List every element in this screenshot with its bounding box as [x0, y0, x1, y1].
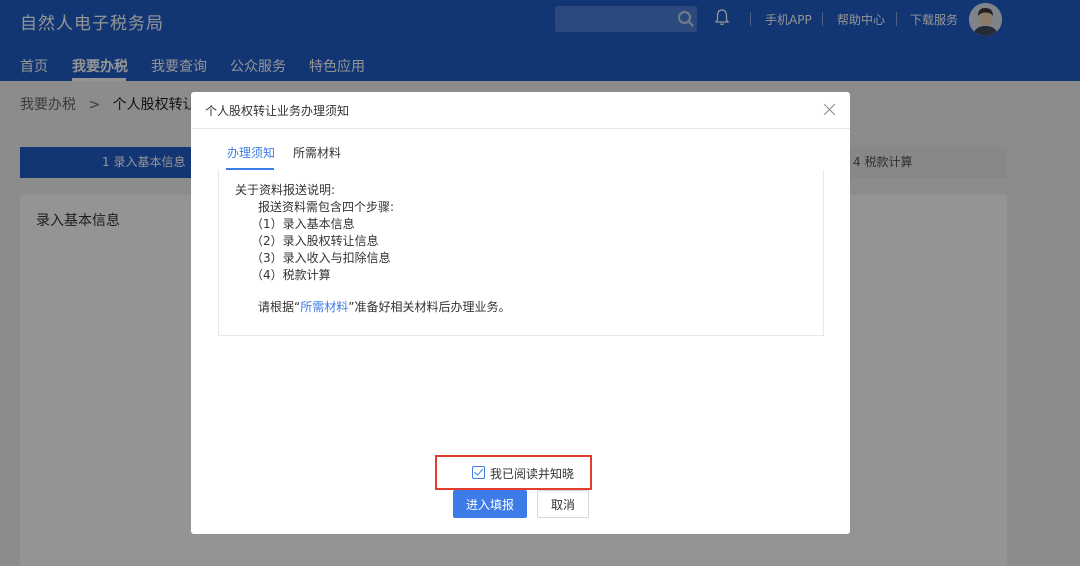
note-suffix: ”准备好相关材料后办理业务。 — [348, 300, 511, 314]
notice-modal: 个人股权转让业务办理须知 办理须知 所需材料 关于资料报送说明: 报送资料需包含… — [191, 92, 850, 534]
content-heading: 关于资料报送说明: — [235, 183, 336, 197]
cancel-button[interactable]: 取消 — [537, 490, 589, 518]
content-step: （2）录入股权转让信息 — [251, 234, 379, 248]
content-intro: 报送资料需包含四个步骤: — [258, 200, 395, 214]
enter-filing-button[interactable]: 进入填报 — [453, 490, 527, 518]
read-confirm-checkbox[interactable] — [472, 466, 485, 479]
notice-content: 关于资料报送说明: 报送资料需包含四个步骤: （1）录入基本信息 （2）录入股权… — [218, 170, 824, 336]
note-prefix: 请根据“ — [258, 300, 301, 314]
modal-header: 个人股权转让业务办理须知 — [191, 92, 850, 129]
content-step: （3）录入收入与扣除信息 — [251, 251, 391, 265]
content-note: 请根据“所需材料”准备好相关材料后办理业务。 — [258, 298, 510, 315]
content-step: （1）录入基本信息 — [251, 217, 355, 231]
close-icon[interactable] — [823, 103, 836, 116]
confirm-read-area: 我已阅读并知晓 — [435, 455, 592, 490]
read-confirm-label[interactable]: 我已阅读并知晓 — [490, 465, 574, 482]
tab-materials[interactable]: 所需材料 — [293, 144, 341, 161]
tab-notice[interactable]: 办理须知 — [227, 144, 275, 161]
modal-title: 个人股权转让业务办理须知 — [205, 104, 350, 118]
materials-link[interactable]: 所需材料 — [300, 300, 348, 314]
content-step: （4）税款计算 — [251, 268, 331, 282]
